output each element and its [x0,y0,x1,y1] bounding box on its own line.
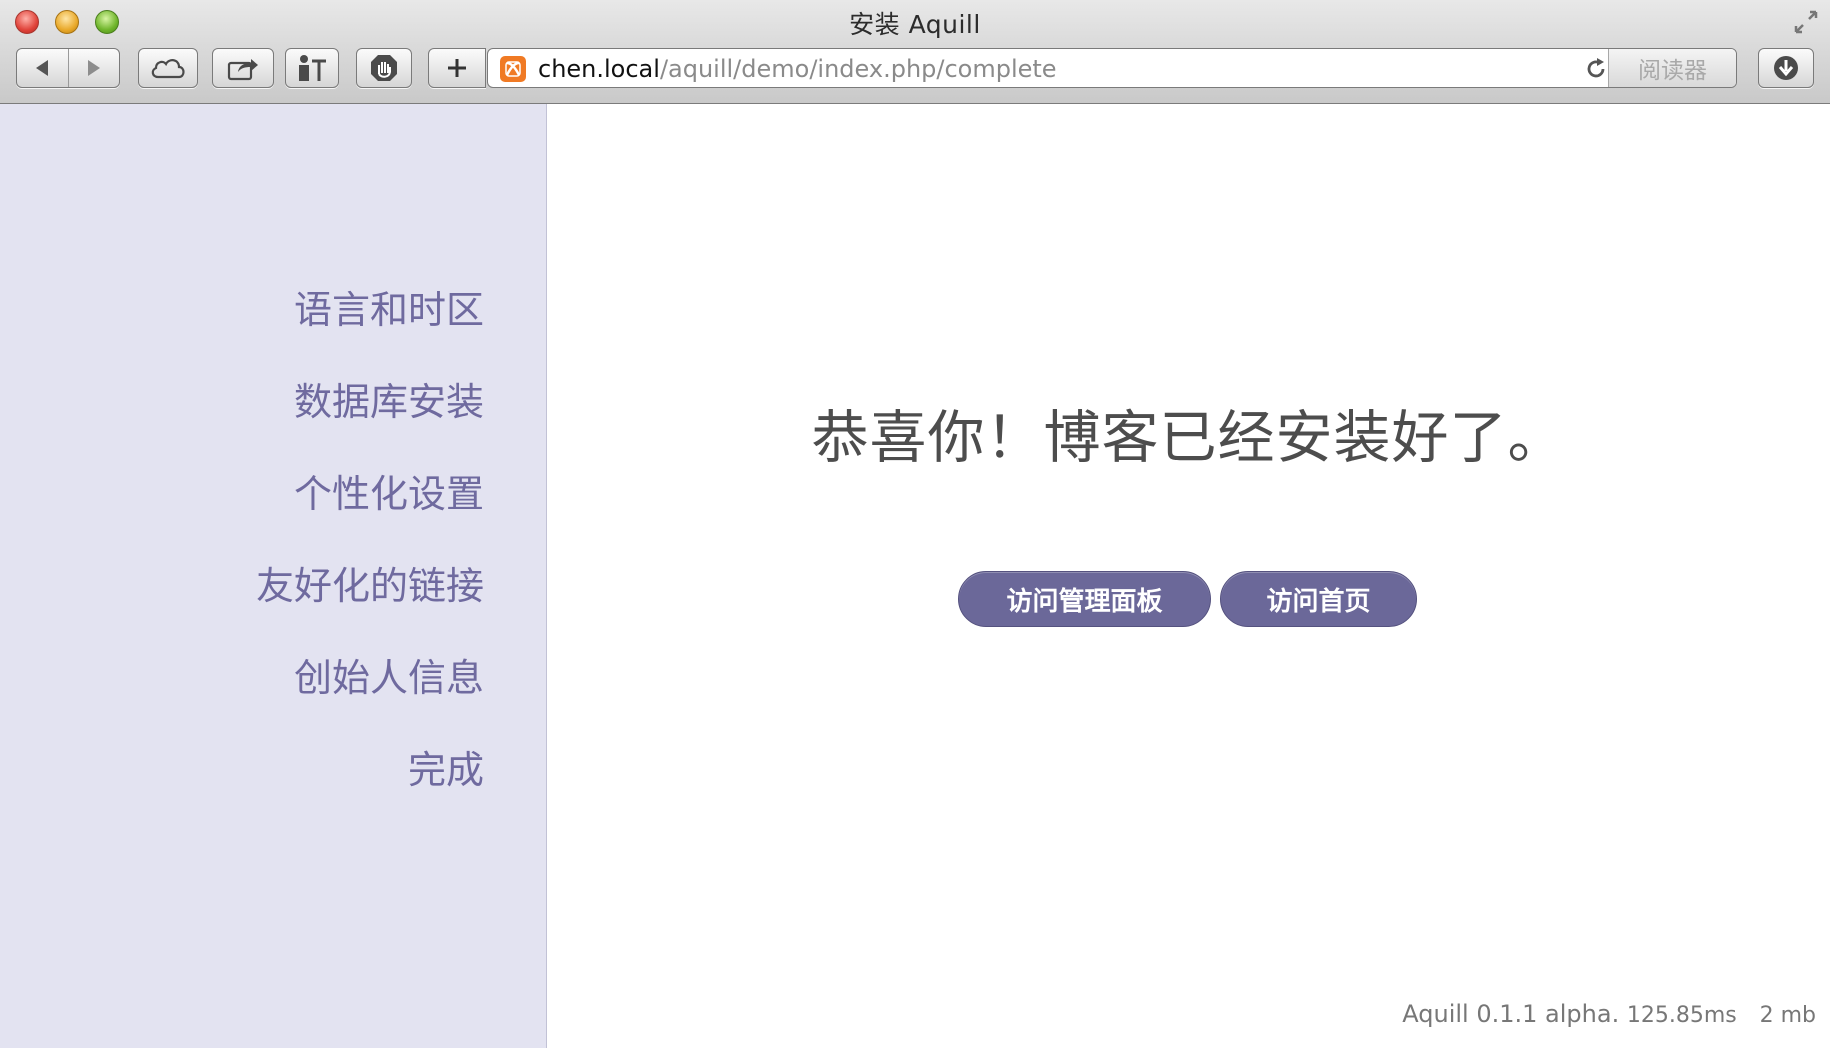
step-personalization[interactable]: 个性化设置 [256,464,484,556]
url-text[interactable]: chen.local/aquill/demo/index.php/complet… [538,55,1057,83]
new-tab-icon [448,59,466,77]
url-host: chen.local [538,55,660,83]
share-button[interactable] [212,48,274,88]
downloads-icon [1774,56,1798,80]
memory-usage: 2 mb [1759,1003,1816,1028]
address-bar[interactable]: chen.local/aquill/demo/index.php/complet… [487,48,1737,88]
bookmarks-icon [299,55,326,81]
window-title: 安装 Aquill [849,10,981,39]
share-icon [227,59,258,81]
fullscreen-icon[interactable] [1792,8,1820,36]
step-complete[interactable]: 完成 [256,740,484,832]
new-tab-button[interactable] [428,48,486,88]
install-steps-sidebar: 语言和时区 数据库安装 个性化设置 友好化的链接 创始人信息 完成 [0,104,547,1048]
adblock-icon [371,55,397,81]
forward-icon [87,60,100,76]
xampp-favicon-icon [500,56,526,82]
back-forward-buttons [16,48,120,88]
main-content: 恭喜你！博客已经安装好了。 访问管理面板 访问首页 Aquill 0.1.1 a… [547,104,1830,1048]
visit-homepage-button[interactable]: 访问首页 [1220,571,1417,627]
step-database-install[interactable]: 数据库安装 [256,372,484,464]
back-icon [36,60,49,76]
install-steps-list: 语言和时区 数据库安装 个性化设置 友好化的链接 创始人信息 完成 [256,280,484,832]
reload-icon[interactable] [1584,57,1608,81]
step-language-timezone[interactable]: 语言和时区 [256,280,484,372]
back-button[interactable] [17,49,68,87]
reader-button[interactable]: 阅读器 [1608,49,1736,87]
render-time: 125.85ms [1626,1003,1737,1028]
version-text: Aquill 0.1.1 alpha. [1402,1000,1620,1028]
visit-admin-panel-button[interactable]: 访问管理面板 [958,571,1211,627]
bookmarks-button[interactable] [285,48,339,88]
browser-toolbar: 安装 Aquill chen.local/aquill/demo/index.p… [0,0,1830,104]
url-path: /aquill/demo/index.php/complete [659,55,1057,83]
footer-info: Aquill 0.1.1 alpha. 125.85ms 2 mb [1402,1000,1816,1028]
completion-actions: 访问管理面板 访问首页 [958,571,1417,627]
completion-headline: 恭喜你！博客已经安装好了。 [811,405,1566,471]
step-friendly-links[interactable]: 友好化的链接 [256,556,484,648]
forward-button[interactable] [67,49,120,87]
downloads-button[interactable] [1758,48,1814,88]
step-founder-info[interactable]: 创始人信息 [256,648,484,740]
icloud-tabs-button[interactable] [138,48,198,88]
adblock-button[interactable] [356,48,412,88]
icloud-icon [151,59,185,79]
